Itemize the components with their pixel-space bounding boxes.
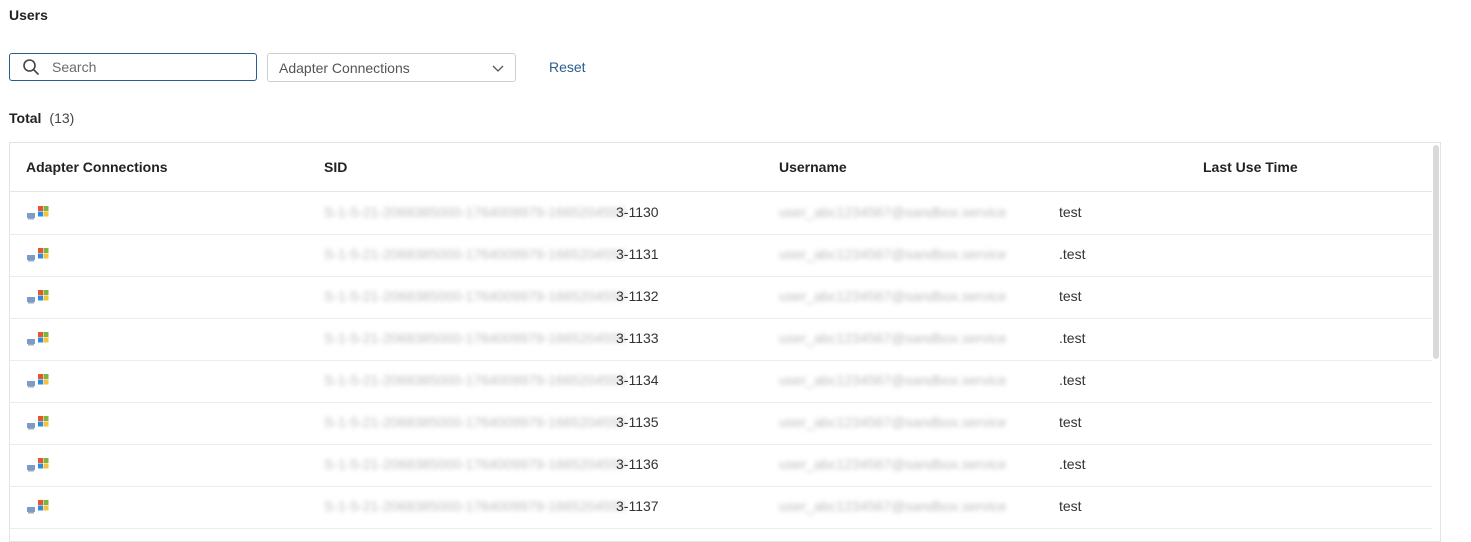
- sid-redacted: S-1-5-21-2068385000-1764009979-166520455…: [324, 330, 627, 346]
- username-cell: .test: [1059, 372, 1086, 388]
- active-directory-icon: [26, 205, 50, 226]
- sid-cell: 3-1135: [616, 414, 659, 430]
- active-directory-icon: [26, 289, 50, 310]
- sid-redacted: S-1-5-21-2068385000-1764009979-166520455…: [324, 414, 627, 430]
- active-directory-icon: [26, 499, 50, 520]
- sid-cell: 3-1133: [616, 330, 659, 346]
- username-redacted: user_abc1234567@sandbox.service: [779, 204, 1007, 220]
- adapter-connections-select[interactable]: Adapter Connections: [267, 53, 516, 82]
- table-row[interactable]: S-1-5-21-2068385000-1764009979-166520455…: [10, 318, 1432, 361]
- search-icon: [22, 57, 42, 77]
- sid-cell: 3-1134: [616, 372, 659, 388]
- total-value: (13): [49, 110, 75, 126]
- table-row[interactable]: S-1-5-21-2068385000-1764009979-166520455…: [10, 276, 1432, 319]
- chevron-down-icon: [492, 60, 504, 76]
- username-cell: .test: [1059, 330, 1086, 346]
- username-redacted: user_abc1234567@sandbox.service: [779, 372, 1007, 388]
- sid-redacted: S-1-5-21-2068385000-1764009979-166520455…: [324, 456, 627, 472]
- username-cell: .test: [1059, 456, 1086, 472]
- username-redacted: user_abc1234567@sandbox.service: [779, 498, 1007, 514]
- username-redacted: user_abc1234567@sandbox.service: [779, 330, 1007, 346]
- table-row[interactable]: S-1-5-21-2068385000-1764009979-166520455…: [10, 192, 1432, 235]
- username-redacted: user_abc1234567@sandbox.service: [779, 246, 1007, 262]
- sid-redacted: S-1-5-21-2068385000-1764009979-166520455…: [324, 498, 627, 514]
- column-header-last-use-time[interactable]: Last Use Time: [1203, 159, 1298, 175]
- sid-redacted: S-1-5-21-2068385000-1764009979-166520455…: [324, 246, 627, 262]
- search-input[interactable]: [52, 59, 232, 75]
- active-directory-icon: [26, 373, 50, 394]
- username-cell: test: [1059, 204, 1082, 220]
- username-cell: test: [1059, 288, 1082, 304]
- users-table: Adapter Connections SID Username Last Us…: [9, 142, 1441, 542]
- username-cell: test: [1059, 498, 1082, 514]
- sid-cell: 3-1131: [616, 246, 659, 262]
- column-header-sid[interactable]: SID: [324, 159, 347, 175]
- username-cell: .test: [1059, 246, 1086, 262]
- table-row[interactable]: S-1-5-21-2068385000-1764009979-166520455…: [10, 444, 1432, 487]
- table-row[interactable]: S-1-5-21-2068385000-1764009979-166520455…: [10, 360, 1432, 403]
- page-title: Users: [9, 7, 48, 23]
- username-redacted: user_abc1234567@sandbox.service: [779, 456, 1007, 472]
- table-row[interactable]: S-1-5-21-2068385000-1764009979-166520455…: [10, 486, 1432, 529]
- column-header-adapter-connections[interactable]: Adapter Connections: [26, 159, 168, 175]
- table-header: Adapter Connections SID Username Last Us…: [10, 143, 1432, 192]
- table-row[interactable]: S-1-5-21-2068385000-1764009979-166520455…: [10, 234, 1432, 277]
- sid-cell: 3-1130: [616, 204, 659, 220]
- username-redacted: user_abc1234567@sandbox.service: [779, 288, 1007, 304]
- sid-cell: 3-1132: [616, 288, 659, 304]
- search-field[interactable]: [9, 53, 257, 81]
- sid-cell: 3-1137: [616, 498, 659, 514]
- sid-cell: 3-1136: [616, 456, 659, 472]
- username-redacted: user_abc1234567@sandbox.service: [779, 414, 1007, 430]
- adapter-select-value: Adapter Connections: [279, 59, 410, 76]
- column-header-username[interactable]: Username: [779, 159, 847, 175]
- active-directory-icon: [26, 247, 50, 268]
- scrollbar-thumb[interactable]: [1433, 145, 1439, 359]
- vertical-scrollbar[interactable]: [1432, 143, 1440, 533]
- table-row[interactable]: S-1-5-21-2068385000-1764009979-166520455…: [10, 402, 1432, 445]
- total-count: Total (13): [9, 110, 74, 126]
- active-directory-icon: [26, 331, 50, 352]
- sid-redacted: S-1-5-21-2068385000-1764009979-166520455…: [324, 204, 627, 220]
- active-directory-icon: [26, 457, 50, 478]
- sid-redacted: S-1-5-21-2068385000-1764009979-166520455…: [324, 288, 627, 304]
- sid-redacted: S-1-5-21-2068385000-1764009979-166520455…: [324, 372, 627, 388]
- reset-button[interactable]: Reset: [549, 59, 586, 75]
- username-cell: test: [1059, 414, 1082, 430]
- active-directory-icon: [26, 415, 50, 436]
- total-label: Total: [9, 110, 42, 126]
